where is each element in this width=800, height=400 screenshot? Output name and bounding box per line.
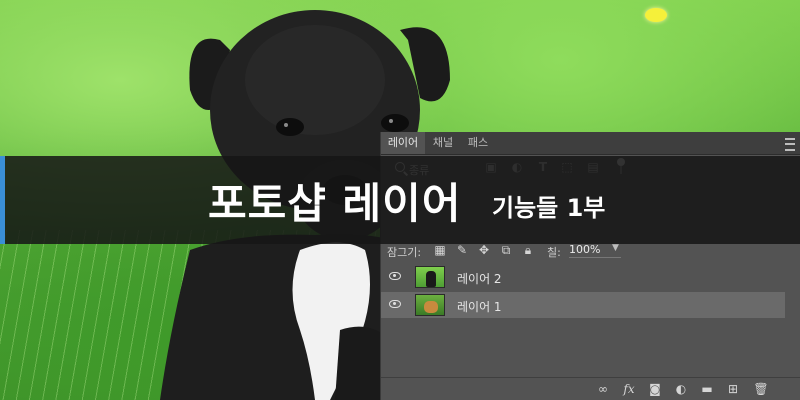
lock-position-icon[interactable]: ✥	[477, 243, 491, 257]
panel-footer: ∞ fx ◙ ◐ ▬ ⊞ 🗑︎	[381, 377, 800, 400]
panel-tab-bar: 레이어 채널 패스	[381, 132, 800, 155]
folder-icon[interactable]: ▬	[699, 381, 715, 397]
layer-thumbnail	[415, 266, 445, 288]
lock-image-pixels-icon[interactable]: ✎	[455, 243, 469, 257]
yellow-flower	[645, 8, 667, 22]
lock-artboard-icon[interactable]: ⧉	[499, 243, 513, 257]
chevron-down-icon[interactable]: ▼	[612, 243, 619, 253]
layer-name: 레이어 1	[457, 300, 502, 314]
adjustment-icon[interactable]: ◐	[673, 381, 689, 397]
tab-channels[interactable]: 채널	[426, 132, 460, 154]
lock-all-icon[interactable]: 🔒︎	[521, 243, 535, 257]
layer-thumbnail	[415, 294, 445, 316]
banner-accent-bar	[0, 156, 5, 244]
banner-title: 포토샵 레이어	[208, 179, 462, 228]
title-banner: 포토샵 레이어 기능들 1부	[0, 156, 800, 244]
visibility-eye-icon[interactable]	[389, 300, 401, 308]
link-icon[interactable]: ∞	[595, 381, 611, 397]
tab-layers[interactable]: 레이어	[381, 132, 425, 154]
banner-subtitle: 기능들 1부	[492, 194, 606, 222]
layer-name: 레이어 2	[457, 272, 502, 286]
mask-icon[interactable]: ◙	[647, 381, 663, 397]
lock-transparent-pixels-icon[interactable]: ▦	[433, 243, 447, 257]
fill-label: 칠:	[547, 246, 561, 259]
trash-icon[interactable]: 🗑︎	[753, 381, 769, 397]
visibility-eye-icon[interactable]	[389, 272, 401, 280]
layer-row-1[interactable]: 레이어 1	[381, 292, 785, 318]
tab-paths[interactable]: 패스	[461, 132, 495, 154]
lock-row: 잠그기: ▦ ✎ ✥ ⧉ 🔒︎ 칠: 100% ▼	[381, 241, 800, 261]
panel-menu-icon[interactable]	[785, 138, 795, 151]
lock-label: 잠그기:	[387, 246, 422, 259]
new-layer-icon[interactable]: ⊞	[725, 381, 741, 397]
fx-icon[interactable]: fx	[621, 381, 637, 397]
layer-row-2[interactable]: 레이어 2	[381, 264, 785, 290]
